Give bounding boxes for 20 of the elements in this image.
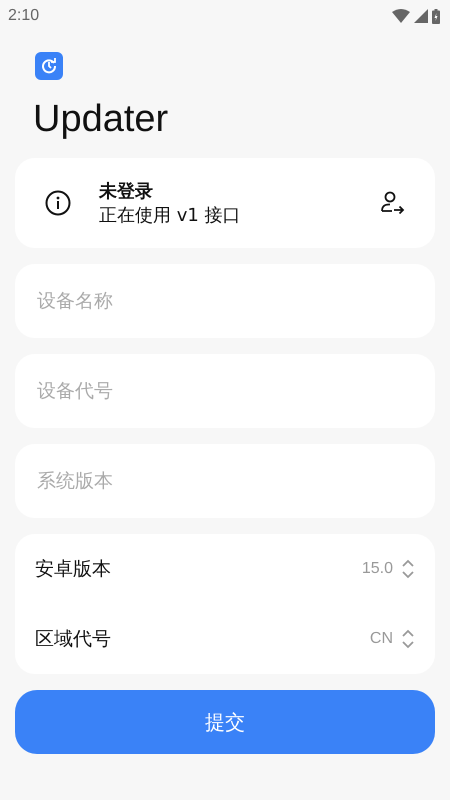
info-icon (45, 190, 71, 216)
login-status: 未登录 (99, 180, 154, 203)
signal-icon (414, 9, 428, 23)
input-field[interactable]: 系统版本 (15, 444, 435, 518)
selector-value[interactable]: CN (370, 630, 393, 648)
battery-icon (432, 8, 440, 24)
app-logo-icon (35, 52, 63, 80)
chevron-up-down-icon[interactable] (401, 559, 415, 579)
login-icon[interactable] (379, 190, 405, 216)
wifi-icon (392, 9, 410, 23)
selector-label: 区域代号 (35, 627, 112, 652)
input-field[interactable]: 设备名称 (15, 264, 435, 338)
selector-value[interactable]: 15.0 (362, 560, 393, 578)
input-field[interactable]: 设备代号 (15, 354, 435, 428)
status-time: 2:10 (8, 7, 40, 25)
chevron-up-down-icon[interactable] (401, 629, 415, 649)
api-version-text: 正在使用 v1 接口 (99, 204, 242, 227)
selector-label: 安卓版本 (35, 557, 112, 582)
app-title: Updater (33, 97, 170, 142)
submit-button[interactable]: 提交 (15, 690, 435, 754)
